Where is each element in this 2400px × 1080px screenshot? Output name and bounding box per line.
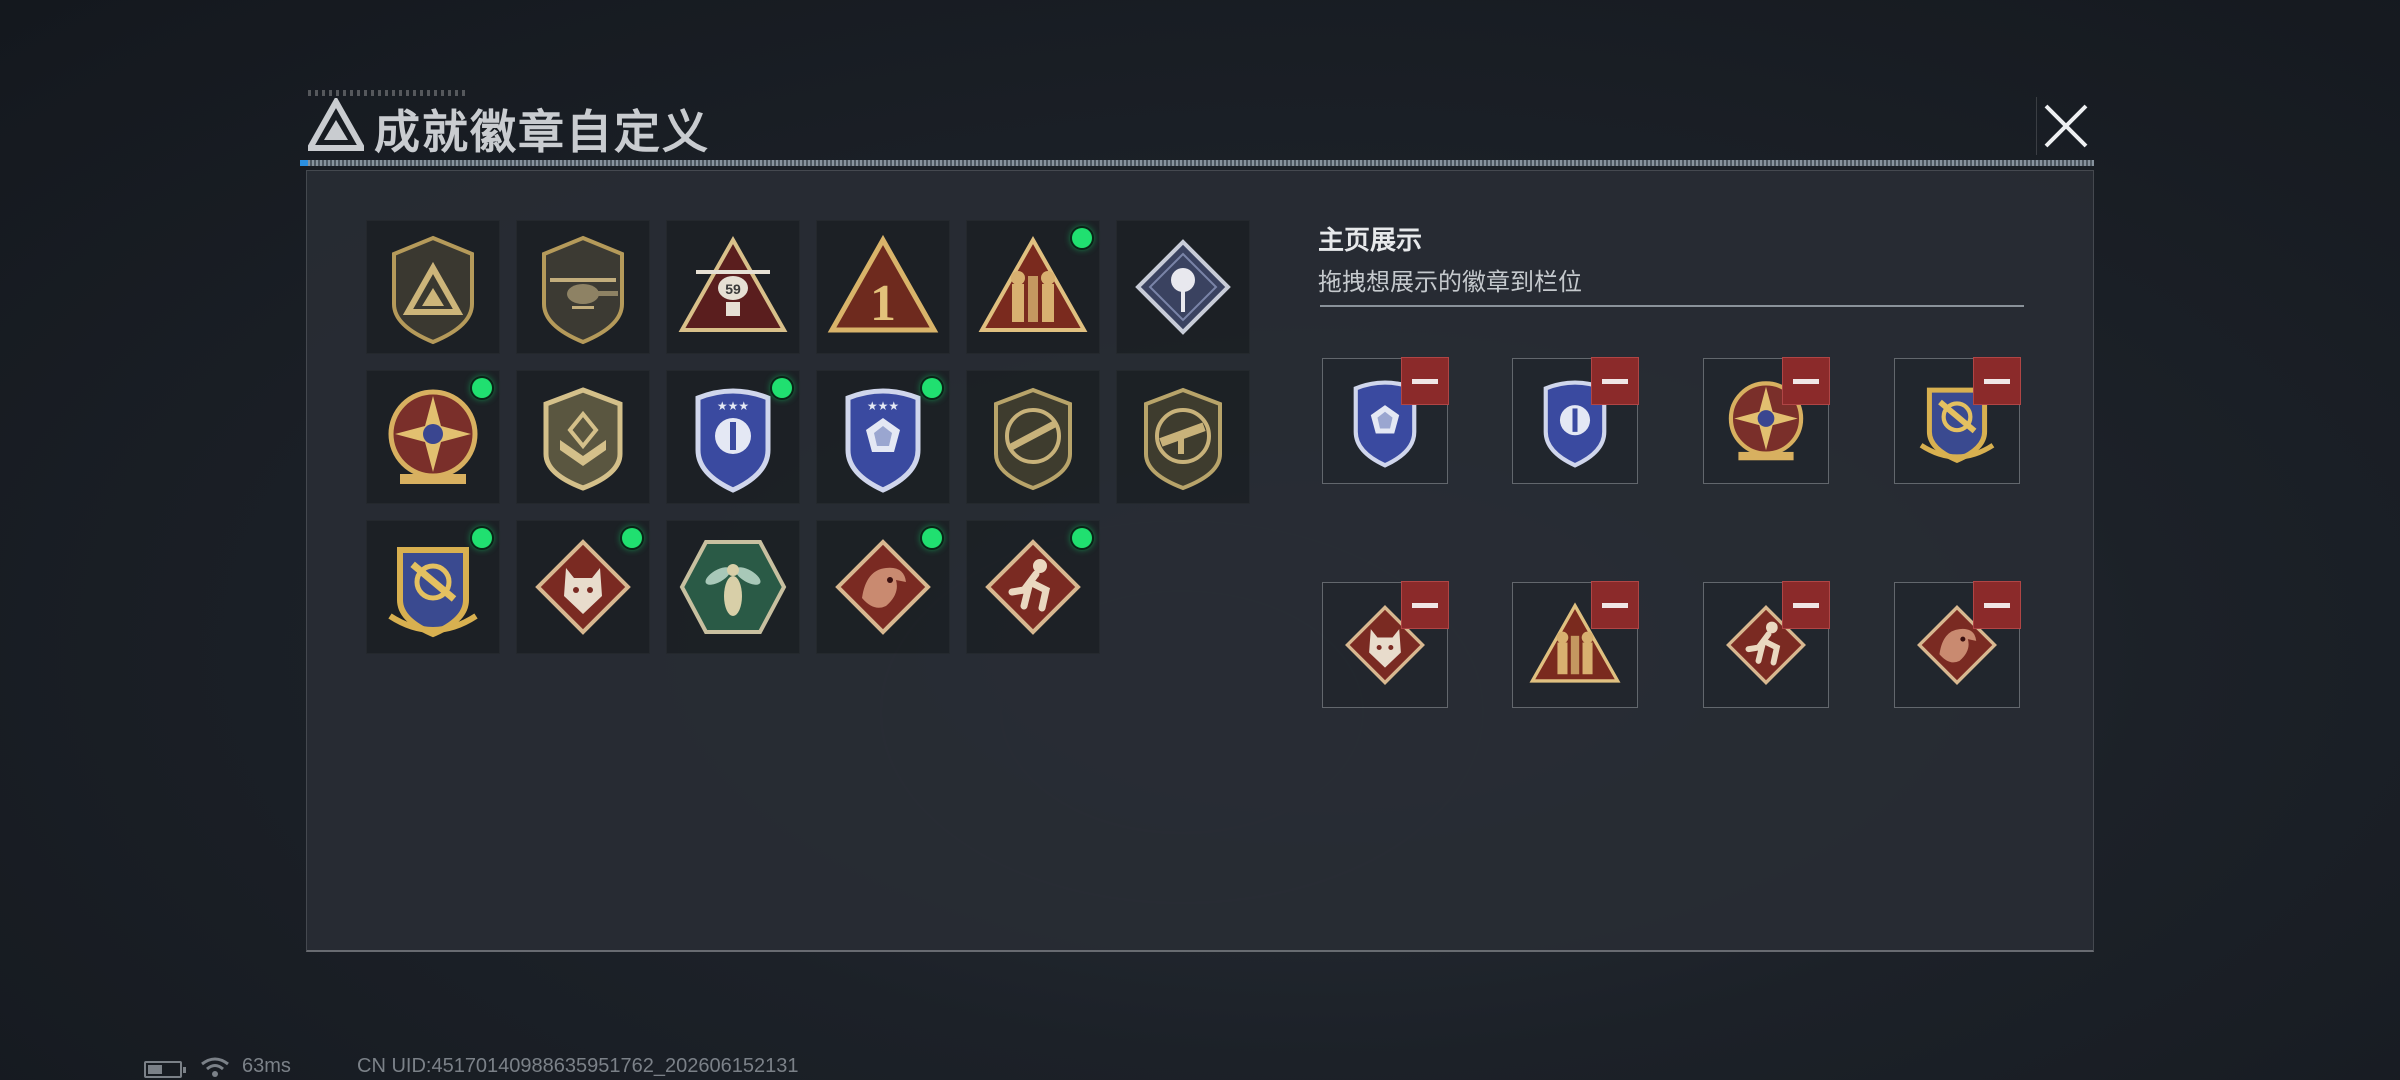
close-icon [2044,104,2088,148]
svg-text:59: 59 [725,281,741,297]
title-divider [308,160,2094,166]
new-badge-indicator [922,378,942,398]
minus-icon [1602,378,1628,384]
showcase-divider [1320,305,2024,307]
remove-slot-button[interactable] [1401,357,1449,405]
minus-icon [1412,602,1438,608]
user-uid: CN UID:4517014098863595176​2_20260615213… [357,1055,799,1077]
badge-rank-chevron-shield[interactable] [516,370,650,504]
showcase-title: 主页展示 [1318,225,1423,255]
badge-rifle-shield[interactable] [966,370,1100,504]
new-badge-indicator [1072,228,1092,248]
delta-triangle-logo-icon [308,98,364,151]
badge-wasp-hexagon[interactable] [666,520,800,654]
badge-soldiers-triangle[interactable] [966,220,1100,354]
svg-text:★★★: ★★★ [717,399,749,413]
new-badge-indicator [1072,528,1092,548]
minus-icon [1793,378,1819,384]
page-title: 成就徽章自定义 [374,106,710,158]
remove-slot-button[interactable] [1782,581,1830,629]
battery-icon [144,1061,186,1078]
minus-icon [1984,378,2010,384]
svg-text:★★★: ★★★ [867,399,899,413]
remove-slot-button[interactable] [1401,581,1449,629]
badge-helicopter-shield[interactable] [516,220,650,354]
showcase-slot-7[interactable] [1703,581,1830,708]
badge-crossed-tools-gold-shield[interactable] [366,520,500,654]
close-button[interactable] [2036,97,2095,155]
showcase-slot-8[interactable] [1894,581,2021,708]
minus-icon [1984,602,2010,608]
remove-slot-button[interactable] [1973,581,2021,629]
remove-slot-button[interactable] [1591,357,1639,405]
badge-dragon-diamond[interactable] [816,520,950,654]
showcase-slot-6[interactable] [1512,581,1639,708]
badge-star-compass-medal[interactable] [366,370,500,504]
showcase-slot-4[interactable] [1894,357,2021,484]
badge-rose-diamond[interactable] [1116,220,1250,354]
showcase-slot-3[interactable] [1703,357,1830,484]
ping-readout: 63ms [242,1055,291,1077]
remove-slot-button[interactable] [1591,581,1639,629]
new-badge-indicator [472,378,492,398]
remove-slot-button[interactable] [1782,357,1830,405]
showcase-slot-5[interactable] [1322,581,1449,708]
minus-icon [1793,602,1819,608]
minus-icon [1412,378,1438,384]
new-badge-indicator [922,528,942,548]
new-badge-indicator [472,528,492,548]
showcase-subtitle: 拖拽想展示的徽章到栏位 [1318,269,1582,296]
showcase-slot-2[interactable] [1512,357,1639,484]
badge-wolf-diamond[interactable] [516,520,650,654]
new-badge-indicator [622,528,642,548]
badge-blue-shield-emblem[interactable]: ★★★ [666,370,800,504]
badge-number-one-triangle[interactable]: 1 [816,220,950,354]
title-divider-accent [300,160,308,166]
badge-blue-shield-gem[interactable]: ★★★ [816,370,950,504]
minus-icon [1602,602,1628,608]
badge-runner-diamond[interactable] [966,520,1100,654]
title-bar: 成就徽章自定义 [300,90,2094,166]
svg-text:1: 1 [870,275,896,332]
new-badge-indicator [772,378,792,398]
wifi-icon [201,1057,229,1077]
badge-delta-logo-shield[interactable] [366,220,500,354]
showcase-slot-1[interactable] [1322,357,1449,484]
badge-smg-shield[interactable] [1116,370,1250,504]
remove-slot-button[interactable] [1973,357,2021,405]
badge-helicopter-59-triangle[interactable]: 59 [666,220,800,354]
